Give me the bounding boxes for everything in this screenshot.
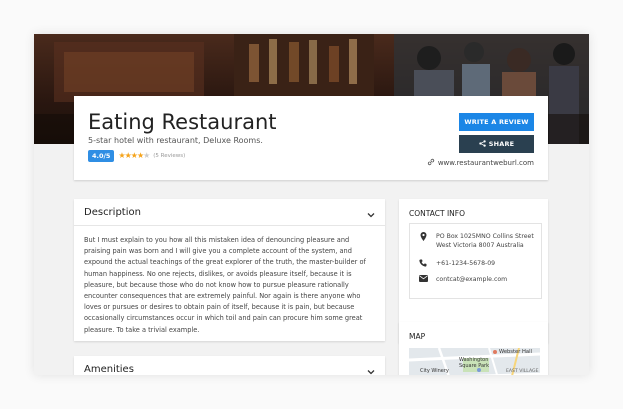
chevron-down-icon[interactable] <box>367 203 375 222</box>
share-button[interactable]: SHARE <box>459 135 534 153</box>
amenities-header[interactable]: Amenities <box>74 356 385 375</box>
write-review-button[interactable]: WRITE A REVIEW <box>459 113 534 131</box>
address-line-1: PO Box 1025MNO Collins Street <box>436 233 534 240</box>
amenities-title: Amenities <box>84 363 134 375</box>
website-link[interactable]: www.restaurantweburl.com <box>427 158 534 168</box>
page-frame: Eating Restaurant 5-star hotel with rest… <box>34 34 589 375</box>
star-rating: ★★★★★ <box>118 151 150 160</box>
map-pin-icon <box>418 232 428 250</box>
amenities-panel: Amenities <box>74 356 385 375</box>
phone-icon <box>418 259 428 268</box>
listing-subtitle: 5-star hotel with restaurant, Deluxe Roo… <box>88 136 263 145</box>
share-icon <box>478 139 486 149</box>
map-panel: MAP Webster Hall Washington Square Park … <box>399 322 548 375</box>
map-view[interactable]: Webster Hall Washington Square Park City… <box>409 348 540 375</box>
contact-box: PO Box 1025MNO Collins Street West Victo… <box>409 223 542 299</box>
address-row: PO Box 1025MNO Collins Street West Victo… <box>418 232 534 250</box>
phone-row: +61-1234-5678-09 <box>418 259 495 268</box>
description-panel: Description But I must explain to you ho… <box>74 199 385 341</box>
contact-title: CONTACT INFO <box>409 209 465 218</box>
share-label: SHARE <box>488 140 515 148</box>
chevron-down-icon[interactable] <box>367 360 375 376</box>
envelope-icon <box>418 275 428 284</box>
review-count: (5 Reviews) <box>153 153 186 159</box>
rating-badge: 4.0/5 <box>88 150 115 162</box>
write-review-label: WRITE A REVIEW <box>464 118 529 126</box>
description-title: Description <box>84 206 141 218</box>
star-empty-icon: ★ <box>143 151 150 160</box>
description-text: But I must explain to you how all this m… <box>84 236 366 334</box>
map-title: MAP <box>409 332 426 341</box>
listing-title: Eating Restaurant <box>88 110 277 134</box>
link-icon <box>427 158 435 168</box>
website-url: www.restaurantweburl.com <box>437 159 534 167</box>
description-header[interactable]: Description <box>74 199 385 226</box>
address-line-2: West Victoria 8007 Australia <box>436 242 524 249</box>
map-label-webster: Webster Hall <box>499 349 532 355</box>
phone-number: +61-1234-5678-09 <box>436 260 496 267</box>
map-label-east-village: EAST VILLAGE <box>506 369 539 374</box>
map-label-city-winery: City Winery <box>420 368 449 374</box>
listing-card: Eating Restaurant 5-star hotel with rest… <box>74 96 548 180</box>
map-label-square-park: Square Park <box>459 363 489 369</box>
email-address: contcat@example.com <box>436 276 508 283</box>
rating-row: 4.0/5 ★★★★★ (5 Reviews) <box>88 150 185 162</box>
email-row: contcat@example.com <box>418 275 507 284</box>
